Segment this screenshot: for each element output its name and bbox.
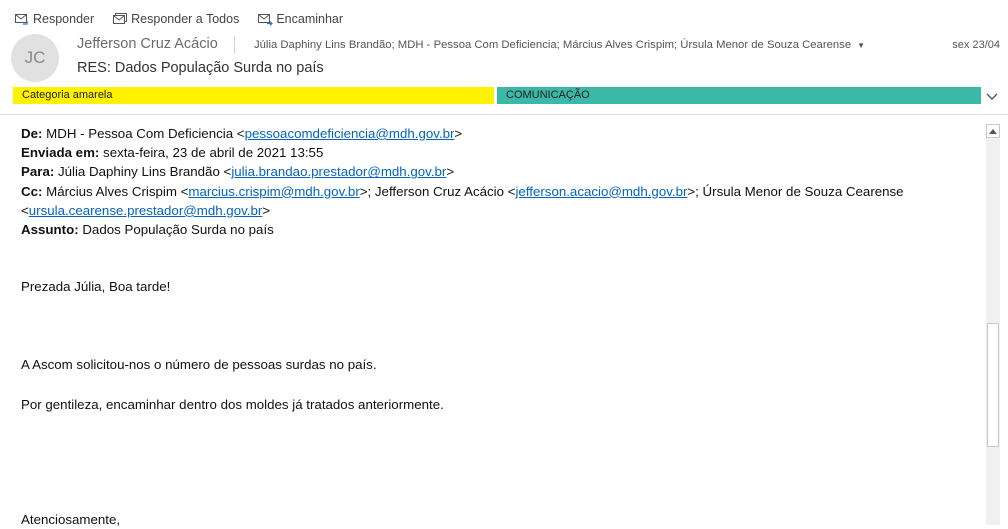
reply-all-icon	[113, 13, 128, 24]
chevron-up-icon	[989, 129, 997, 134]
to-name: Júlia Daphiny Lins Brandão <	[57, 164, 232, 180]
from-label: De:	[21, 126, 43, 141]
category-comunicacao[interactable]: COMUNICAÇÃO	[497, 87, 981, 104]
reply-label: Responder	[33, 12, 95, 26]
closing-text: Atenciosamente,	[21, 511, 121, 527]
header-separator	[234, 36, 235, 54]
cc-line: Cc: Március Alves Crispim <marcius.crisp…	[21, 183, 904, 218]
to-label: Para:	[21, 164, 55, 180]
subject-value: Dados População Surda no país	[82, 222, 274, 238]
message-body: De: MDH - Pessoa Com Deficiencia <pessoa…	[21, 124, 976, 529]
recipients-line[interactable]: Júlia Daphiny Lins Brandão; MDH - Pessoa…	[254, 39, 865, 51]
avatar[interactable]: JC	[11, 34, 59, 82]
reply-icon	[15, 14, 28, 25]
forward-button[interactable]: Encaminhar	[257, 12, 343, 26]
scroll-up-button[interactable]	[986, 124, 1000, 138]
greeting-text: Prezada Júlia, Boa tarde!	[21, 279, 171, 295]
cc-name-1: Március Alves Crispim <	[46, 183, 189, 199]
forward-label: Encaminhar	[276, 12, 344, 26]
header-divider	[0, 114, 1008, 115]
reading-toolbar: Responder Responder a Todos Encaminhar	[0, 8, 347, 30]
cc-name-2: >; Jefferson Cruz Acácio <	[359, 183, 516, 199]
sent-value: sexta-feira, 23 de abril de 2021 13:55	[103, 145, 324, 161]
chevron-down-icon[interactable]	[986, 92, 998, 101]
scroll-thumb[interactable]	[987, 323, 999, 447]
reply-all-button[interactable]: Responder a Todos	[112, 12, 239, 26]
cc-email-link-1[interactable]: marcius.crispim@mdh.gov.br	[188, 184, 359, 199]
reply-all-label: Responder a Todos	[131, 12, 240, 26]
recipients-text: Júlia Daphiny Lins Brandão; MDH - Pessoa…	[254, 39, 852, 51]
sent-line: Enviada em: sexta-feira, 23 de abril de …	[21, 143, 976, 162]
forward-icon	[258, 14, 274, 26]
message-subject: RES: Dados População Surda no país	[77, 60, 324, 76]
from-email-link[interactable]: pessoacomdeficiencia@mdh.gov.br	[245, 126, 455, 141]
cc-email-link-3[interactable]: ursula.cearense.prestador@mdh.gov.br	[29, 203, 263, 218]
to-email-link[interactable]: julia.brandao.prestador@mdh.gov.br	[231, 164, 446, 179]
cc-email-link-2[interactable]: jefferson.acacio@mdh.gov.br	[515, 184, 687, 199]
sender-name[interactable]: Jefferson Cruz Acácio	[77, 36, 218, 52]
body-paragraph-1: A Ascom solicitou-nos o número de pessoa…	[21, 357, 377, 373]
cc-label: Cc:	[21, 183, 43, 199]
avatar-initials: JC	[24, 48, 46, 67]
from-name: MDH - Pessoa Com Deficiencia <	[46, 126, 245, 141]
category-yellow[interactable]: Categoria amarela	[13, 87, 494, 104]
body-paragraph-2: Por gentileza, encaminhar dentro dos mol…	[21, 396, 444, 412]
subject-line: Assunto: Dados População Surda no país	[21, 220, 976, 239]
cc-name-3: >; Úrsula Menor de Souza Cearense	[687, 183, 904, 199]
from-line: De: MDH - Pessoa Com Deficiencia <pessoa…	[21, 126, 463, 141]
vertical-scrollbar[interactable]	[986, 124, 1000, 525]
subject-label: Assunto:	[21, 222, 79, 238]
received-date: sex 23/04	[952, 39, 1000, 51]
sent-label: Enviada em:	[21, 145, 100, 161]
expand-recipients-icon[interactable]: ▼	[857, 41, 865, 50]
reply-button[interactable]: Responder	[14, 12, 94, 26]
to-line: Para: Júlia Daphiny Lins Brandão <julia.…	[21, 164, 455, 180]
